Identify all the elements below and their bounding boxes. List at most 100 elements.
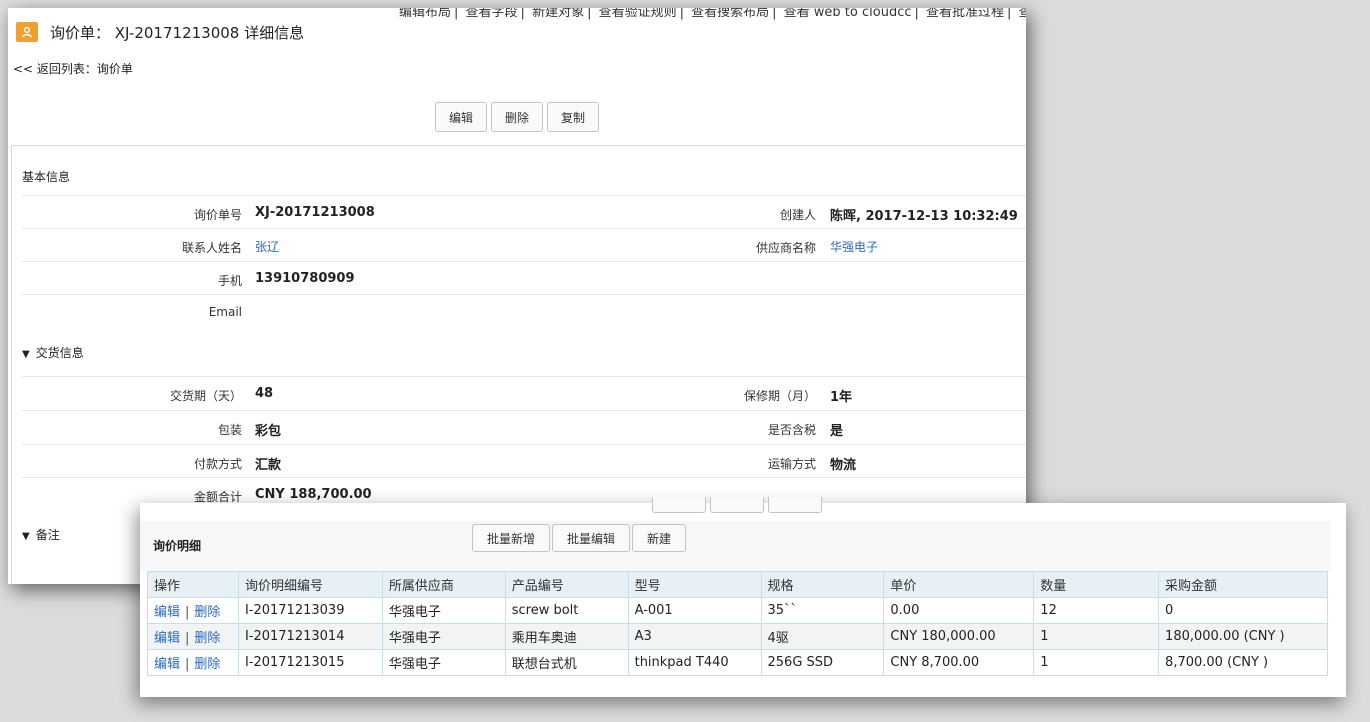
column-header[interactable]: 单价 [883, 571, 1035, 598]
field-value: 汇款 [255, 458, 282, 473]
row-edit-link[interactable]: 编辑 [154, 605, 180, 620]
field-label: 供应商名称 [755, 241, 816, 255]
top-links: 编辑布局 | 查看字段 | 新建对象 | 查看验证规则 | 查看搜索布局 | 查看 web… [396, 8, 1026, 20]
inquiry-detail-list-panel: 询价明细 批量新增 批量编辑 新建 操作 询价明细编号 所属供应商 产品编号 型… [140, 497, 1346, 697]
table-cell[interactable]: I-20171213039 [237, 597, 383, 624]
row-actions: 编辑 | 删除 [147, 649, 239, 676]
table-cell: 180,000.00 (CNY ) [1158, 623, 1328, 650]
table-cell: 华强电子 [381, 597, 506, 624]
field-value: CNY 188,700.00 [255, 487, 372, 502]
field-row: 交货期（天） 48 保修期（月） 1年 [22, 376, 1026, 409]
supplier-link[interactable]: 华强电子 [830, 238, 878, 255]
table-cell: 4驱 [760, 623, 885, 650]
table-cell: 乘用车奥迪 [504, 623, 629, 650]
table-cell[interactable]: I-20171213014 [237, 623, 383, 650]
action-separator: | [185, 605, 190, 620]
column-header[interactable]: 产品编号 [504, 571, 629, 598]
batch-edit-button[interactable]: 批量编辑 [552, 524, 631, 552]
field-label: 手机 [217, 274, 242, 288]
detail-toolbar: 编辑 删除 复制 [8, 102, 1026, 132]
table-row: 编辑 | 删除 I-20171213015 华强电子 联想台式机 thinkpad … [147, 649, 1328, 676]
section-title: 备注 [35, 528, 60, 542]
field-value: 陈晖, 2017-12-13 10:32:49 [830, 209, 1018, 224]
table-cell: CNY 8,700.00 [883, 649, 1035, 676]
column-header[interactable]: 询价明细编号 [237, 571, 383, 598]
back-to-list-link[interactable]: << 返回列表：询价单 [13, 60, 133, 77]
link-view-fields[interactable]: 查看字段 [466, 8, 518, 20]
column-header[interactable]: 规格 [760, 571, 885, 598]
table-cell: A3 [627, 623, 762, 650]
details-table: 操作 询价明细编号 所属供应商 产品编号 型号 规格 单价 数量 采购金额 编辑… [147, 571, 1328, 676]
table-cell: 华强电子 [381, 623, 506, 650]
person-icon [16, 22, 38, 42]
edit-button[interactable]: 编辑 [435, 102, 487, 132]
field-label: 是否含税 [767, 423, 816, 437]
field-value: 13910780909 [255, 271, 355, 286]
new-button[interactable]: 新建 [632, 524, 687, 552]
column-header[interactable]: 所属供应商 [381, 571, 506, 598]
details-toolbar: 批量新增 批量编辑 新建 [472, 524, 687, 552]
link-approval-process[interactable]: 查看批准过程 [926, 8, 1004, 20]
occluded-button [768, 497, 822, 513]
page-header: 询价单： XJ-20171213008 详细信息 [16, 20, 304, 44]
inquiry-detail-page: 编辑布局 | 查看字段 | 新建对象 | 查看验证规则 | 查看搜索布局 | 查看 web… [8, 8, 1026, 584]
table-cell[interactable]: I-20171213015 [237, 649, 383, 676]
link-new-object[interactable]: 新建对象 [532, 8, 584, 20]
link-more[interactable]: 查 [1019, 8, 1026, 20]
table-cell: thinkpad T440 [627, 649, 762, 676]
delete-button[interactable]: 删除 [491, 102, 543, 132]
section-basic-info: 基本信息 [22, 170, 71, 184]
row-edit-link[interactable]: 编辑 [154, 631, 180, 646]
table-header-row: 操作 询价明细编号 所属供应商 产品编号 型号 规格 单价 数量 采购金额 [147, 571, 1328, 598]
field-value: 物流 [830, 458, 857, 473]
row-delete-link[interactable]: 删除 [194, 657, 220, 672]
row-delete-link[interactable]: 删除 [194, 631, 220, 646]
table-row: 编辑 | 删除 I-20171213039 华强电子 screw bolt A-00… [147, 597, 1328, 624]
table-cell: 0.00 [883, 597, 1035, 624]
field-row: 手机 13910780909 [22, 261, 1026, 294]
link-web-to-cloudcc[interactable]: 查看 web to cloudcc [784, 8, 912, 20]
link-search-layout[interactable]: 查看搜索布局 [691, 8, 769, 20]
table-cell: CNY 180,000.00 [883, 623, 1035, 650]
field-label: 创建人 [779, 208, 816, 222]
action-separator: | [185, 631, 190, 646]
field-label: 运输方式 [767, 457, 816, 471]
field-value: XJ-20171213008 [255, 205, 375, 220]
section-delivery-info[interactable]: ▼ 交货信息 [22, 344, 84, 361]
column-header[interactable]: 采购金额 [1158, 571, 1328, 598]
row-delete-link[interactable]: 删除 [194, 605, 220, 620]
table-cell: 华强电子 [381, 649, 506, 676]
row-edit-link[interactable]: 编辑 [154, 657, 180, 672]
table-cell: 35`` [760, 597, 885, 624]
row-actions: 编辑 | 删除 [147, 597, 239, 624]
table-cell: screw bolt [504, 597, 629, 624]
section-title: 交货信息 [35, 346, 84, 360]
table-row: 编辑 | 删除 I-20171213014 华强电子 乘用车奥迪 A3 4驱 CNY… [147, 623, 1328, 650]
section-remarks[interactable]: ▼ 备注 [22, 526, 60, 543]
column-header[interactable]: 型号 [627, 571, 762, 598]
table-cell: 联想台式机 [504, 649, 629, 676]
copy-button[interactable]: 复制 [547, 102, 599, 132]
field-label: 包装 [217, 423, 242, 437]
occluded-button [710, 497, 764, 513]
table-cell: 256G SSD [760, 649, 885, 676]
page-title: 询价单： XJ-20171213008 详细信息 [50, 23, 305, 42]
field-row: Email [22, 294, 1026, 327]
occluded-buttons [652, 497, 822, 513]
contact-link[interactable]: 张辽 [255, 238, 279, 255]
table-cell: 0 [1158, 597, 1328, 624]
details-title: 询价明细 [153, 539, 202, 553]
field-value: 48 [255, 386, 274, 401]
field-label: 付款方式 [193, 457, 242, 471]
table-cell: 12 [1033, 597, 1160, 624]
field-row: 包装 彩包 是否含税 是 [22, 410, 1026, 443]
batch-add-button[interactable]: 批量新增 [472, 524, 551, 552]
details-header: 询价明细 批量新增 批量编辑 新建 [140, 521, 1330, 571]
field-label: 保修期（月） [743, 389, 816, 403]
field-value: 是 [830, 424, 844, 439]
link-edit-layout[interactable]: 编辑布局 [399, 8, 451, 20]
link-validation-rules[interactable]: 查看验证规则 [599, 8, 677, 20]
table-cell: 1 [1033, 623, 1160, 650]
caret-down-icon: ▼ [22, 349, 30, 360]
column-header[interactable]: 数量 [1033, 571, 1160, 598]
